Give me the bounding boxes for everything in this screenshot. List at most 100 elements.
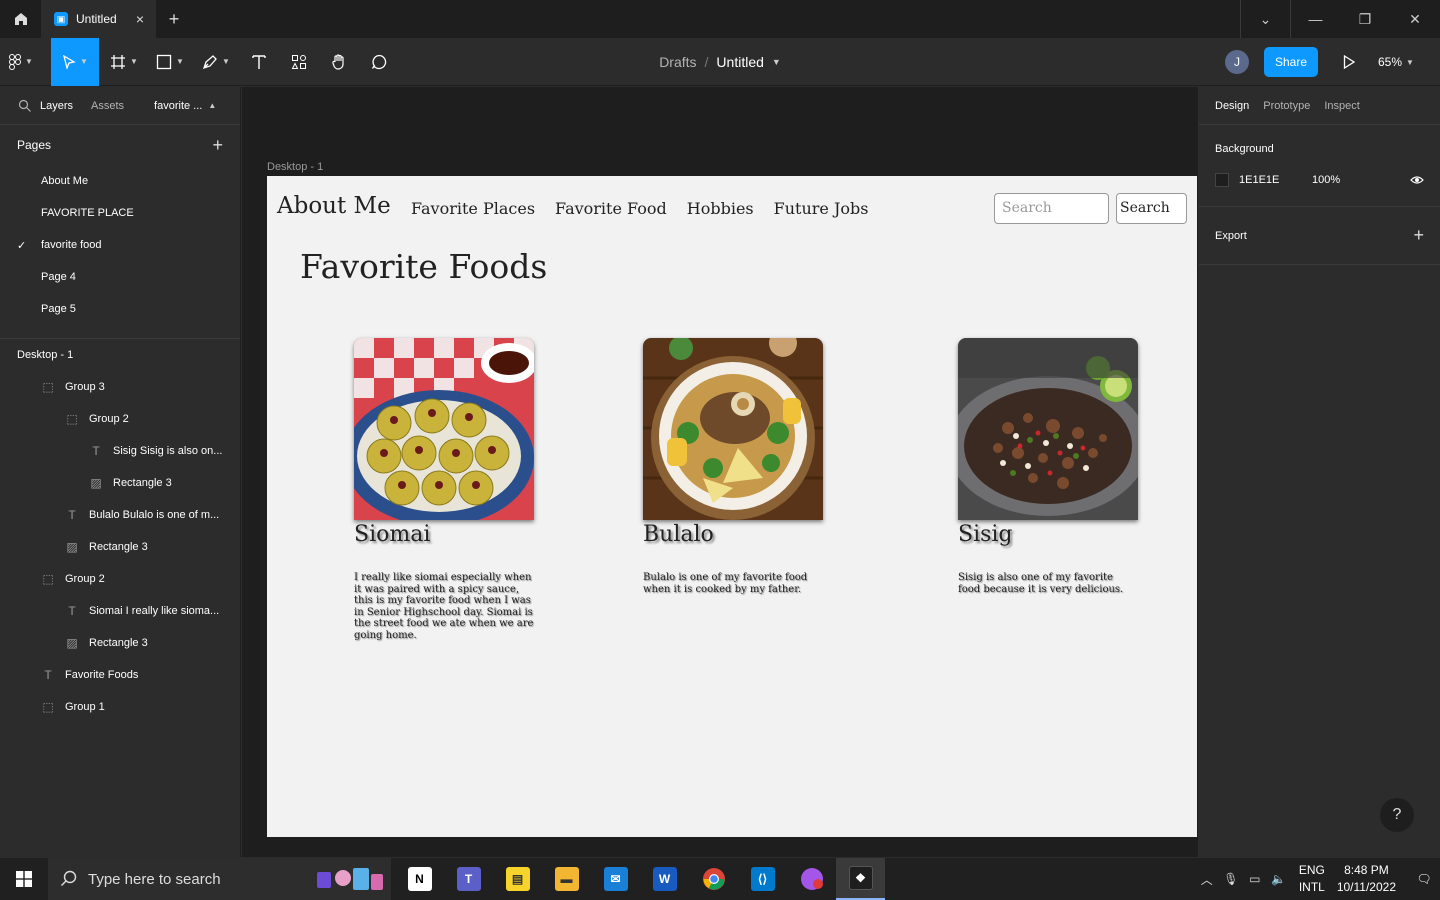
main-menu-button[interactable]: ▼ [0,38,42,86]
notification-icon[interactable]: 🗨 [1408,872,1440,886]
taskbar-notion[interactable]: N [395,858,444,900]
page-title[interactable]: Favorite Foods [300,247,547,286]
site-nav: Favorite Places Favorite Food Hobbies Fu… [411,199,868,218]
file-name[interactable]: Untitled [716,54,763,70]
layer-row[interactable]: #Desktop - 1 [0,339,240,371]
tab-assets[interactable]: Assets [91,100,124,112]
site-search-button[interactable]: Search [1116,193,1187,224]
nav-future-jobs[interactable]: Future Jobs [774,199,869,218]
nav-hobbies[interactable]: Hobbies [687,199,754,218]
help-button[interactable]: ? [1380,798,1414,832]
food-card-sisig[interactable]: Sisig Sisig is also one of my favorite f… [958,338,1138,595]
page-item[interactable]: Page 5 [0,293,240,325]
taskbar-vscode[interactable]: ⟨⟩ [738,858,787,900]
food-card-bulalo[interactable]: Bulalo Bulalo is one of my favorite food… [643,338,823,595]
zoom-dropdown[interactable]: 65% ▼ [1378,55,1440,69]
background-hex-field[interactable]: 1E1E1E [1239,174,1312,186]
file-tab[interactable]: ▣ Untitled × [42,0,156,38]
start-button[interactable] [0,858,48,900]
nav-favorite-places[interactable]: Favorite Places [411,199,535,218]
present-button[interactable] [1334,47,1364,77]
pen-tool-button[interactable]: ▼ [193,38,239,86]
network-icon[interactable]: ▭ [1243,872,1267,886]
layer-row[interactable]: ▨ Rectangle 3 [0,531,240,563]
chevron-down-icon[interactable]: ⌄ [1240,0,1290,38]
site-search-input[interactable]: Search [994,193,1109,224]
share-button[interactable]: Share [1264,47,1318,77]
tab-inspect[interactable]: Inspect [1324,100,1359,112]
chevron-down-icon[interactable]: ▼ [772,57,781,67]
comment-icon [371,54,387,69]
close-icon[interactable]: ✕ [1390,0,1440,38]
resources-button[interactable] [279,38,319,86]
frame-tool-button[interactable]: ▼ [101,38,147,86]
background-opacity-field[interactable]: 100% [1312,174,1340,186]
tab-prototype[interactable]: Prototype [1263,100,1310,112]
layer-row[interactable]: T Favorite Foods [0,659,240,691]
canvas[interactable]: Desktop - 1 About Me Favorite Places Fav… [242,87,1198,857]
taskbar-teams[interactable]: T [444,858,493,900]
chevron-up-icon[interactable]: ︿ [1195,871,1219,888]
new-tab-button[interactable]: + [156,0,192,38]
text-layer-icon: T [92,444,100,458]
eye-icon[interactable] [1410,175,1424,185]
layer-row[interactable]: ⬚ Group 2 [0,563,240,595]
clock[interactable]: 8:48 PM 10/11/2022 [1337,862,1396,896]
taskbar-mail[interactable]: ✉ [591,858,640,900]
hand-icon [332,53,344,70]
add-export-icon[interactable]: + [1413,225,1424,246]
search-icon[interactable] [18,99,32,113]
taskbar-sticky-notes[interactable]: ▤ [493,858,542,900]
taskbar-word[interactable]: W [640,858,689,900]
food-card-siomai[interactable]: Siomai I really like siomai especially w… [354,338,534,641]
taskbar-file-explorer[interactable]: ▬ [542,858,591,900]
layer-row[interactable]: T Bulalo Bulalo is one of m... [0,499,240,531]
layer-row[interactable]: T Sisig Sisig is also on... [0,435,240,467]
page-item[interactable]: FAVORITE PLACE [0,197,240,229]
tab-design[interactable]: Design [1215,100,1249,112]
avatar[interactable]: J [1225,50,1249,74]
close-tab-icon[interactable]: × [136,11,144,27]
microphone-icon[interactable]: 🎙 [1219,872,1243,886]
site-title[interactable]: About Me [277,193,391,219]
text-tool-button[interactable] [239,38,279,86]
components-icon [291,54,306,69]
taskbar-figma[interactable]: ❖ [836,858,885,900]
add-page-icon[interactable]: + [212,135,223,156]
desktop-frame[interactable]: About Me Favorite Places Favorite Food H… [267,176,1197,837]
minimize-icon[interactable]: — [1290,0,1340,38]
move-tool-button[interactable]: ▼ [51,37,99,86]
pen-icon [203,54,217,69]
layer-row[interactable]: ⬚ Group 2 [0,403,240,435]
layer-row[interactable]: T Siomai I really like sioma... [0,595,240,627]
home-button[interactable] [0,0,42,38]
comment-tool-button[interactable] [359,38,399,86]
layers-list: #Desktop - 1 ⬚ Group 3 ⬚ Group 2 T Sisig Sisig… [0,339,240,723]
page-item[interactable]: ✓ favorite food [0,229,240,261]
taskbar-chrome[interactable] [689,858,738,900]
layer-row[interactable]: ⬚ Group 3 [0,371,240,403]
page-item[interactable]: About Me [0,165,240,197]
page-item[interactable]: Page 4 [0,261,240,293]
hand-tool-button[interactable] [319,38,359,86]
shape-tool-button[interactable]: ▼ [147,38,193,86]
mail-icon: ✉ [603,867,628,891]
layer-row[interactable]: ⬚ Group 1 [0,691,240,723]
background-swatch[interactable] [1215,173,1229,187]
frame-label[interactable]: Desktop - 1 [267,161,323,173]
nav-favorite-food[interactable]: Favorite Food [555,199,667,218]
layer-row[interactable]: ▨ Rectangle 3 [0,467,240,499]
breadcrumb-drafts[interactable]: Drafts [659,54,696,70]
layer-row[interactable]: ▨ Rectangle 3 [0,627,240,659]
taskbar-messenger[interactable] [787,858,836,900]
layer-label: Group 2 [65,573,105,585]
page-selector[interactable]: favorite ... ▲ [154,100,216,112]
taskbar-search[interactable]: Type here to search [48,858,391,900]
page-item-label: Page 5 [41,303,76,315]
chevron-down-icon: ▼ [130,57,138,66]
tab-layers[interactable]: Layers [40,100,73,112]
rectangle-icon [156,54,172,69]
volume-icon[interactable]: 🔈 [1267,872,1291,886]
restore-icon[interactable]: ❐ [1340,0,1390,38]
language-indicator[interactable]: ENG INTL [1299,862,1325,896]
